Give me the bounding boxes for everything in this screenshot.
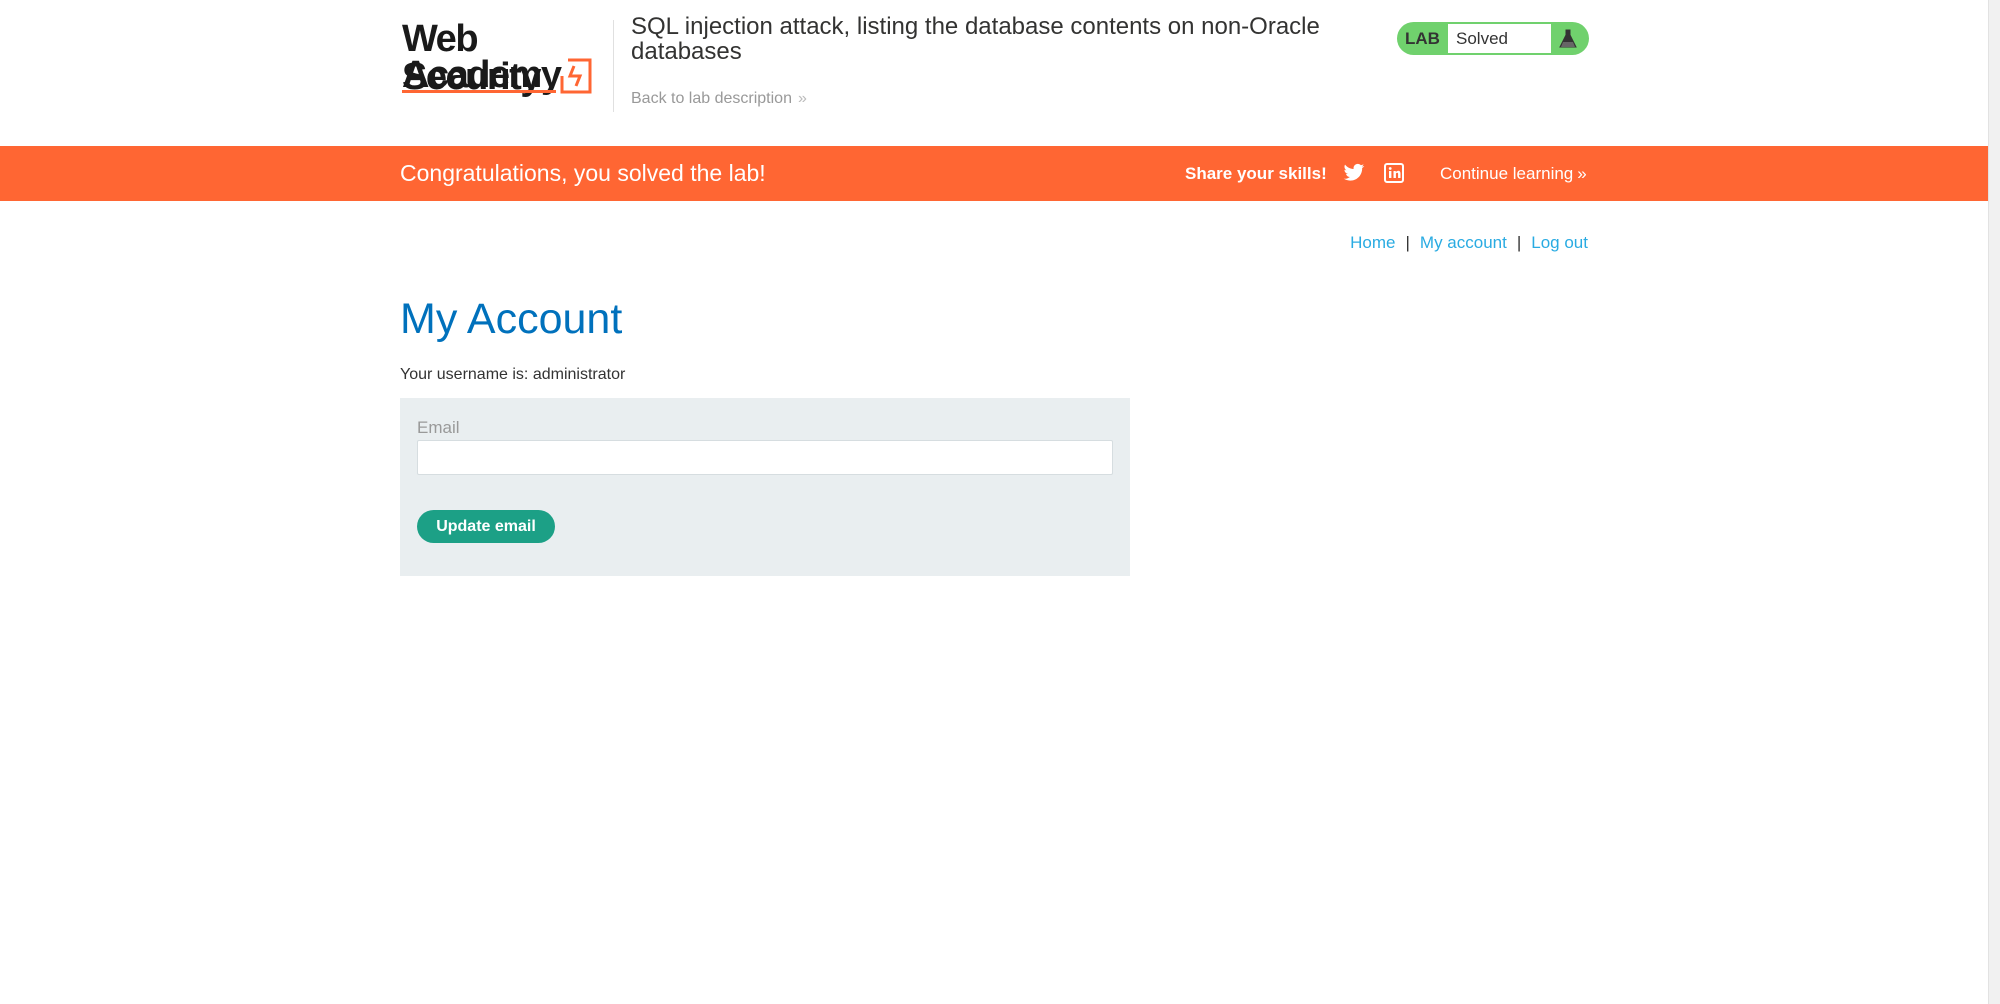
update-email-form: Email Update email	[400, 398, 1130, 576]
logo-underline	[402, 90, 556, 93]
back-to-lab-description-link[interactable]: Back to lab description »	[631, 90, 807, 108]
username-text: Your username is: administrator	[400, 366, 626, 383]
nav-separator: |	[1516, 233, 1522, 252]
lab-tag: LAB	[1405, 29, 1440, 48]
back-link-label: Back to lab description	[631, 90, 792, 107]
flask-icon	[1559, 29, 1577, 48]
my-account-link[interactable]: My account	[1420, 233, 1507, 252]
vertical-scrollbar[interactable]	[1988, 0, 2000, 1004]
web-security-academy-logo[interactable]: Web Security Academy	[402, 18, 610, 98]
nav-separator: |	[1405, 233, 1410, 252]
logo-line-2: Academy	[402, 54, 562, 96]
header: Web Security Academy SQL injection attac…	[400, 0, 1589, 146]
continue-learning-link[interactable]: Continue learning»	[1440, 164, 1587, 184]
lab-status-widget: LAB Solved	[1397, 22, 1589, 55]
logo-bolt-icon	[560, 58, 592, 94]
lab-title: SQL injection attack, listing the databa…	[631, 13, 1320, 65]
page-title: My Account	[400, 295, 623, 343]
page: Web Security Academy SQL injection attac…	[0, 0, 1988, 1004]
header-divider	[613, 20, 614, 112]
email-input[interactable]	[417, 440, 1113, 475]
double-chevron-right-icon: »	[1577, 164, 1587, 183]
continue-learning-label: Continue learning	[1440, 164, 1574, 183]
lab-status-text: Solved	[1448, 24, 1551, 53]
account-nav: Home | My account | Log out	[1350, 233, 1588, 253]
log-out-link[interactable]: Log out	[1531, 233, 1588, 252]
update-email-button[interactable]: Update email	[417, 510, 555, 543]
home-link[interactable]: Home	[1350, 233, 1395, 252]
twitter-icon[interactable]	[1343, 163, 1365, 183]
solved-banner: Congratulations, you solved the lab! Sha…	[0, 146, 1988, 201]
linkedin-icon[interactable]	[1384, 163, 1404, 183]
double-chevron-right-icon: »	[797, 90, 807, 107]
share-skills-label: Share your skills!	[1185, 164, 1327, 183]
congratulations-message: Congratulations, you solved the lab!	[400, 160, 766, 186]
email-label: Email	[417, 418, 460, 437]
